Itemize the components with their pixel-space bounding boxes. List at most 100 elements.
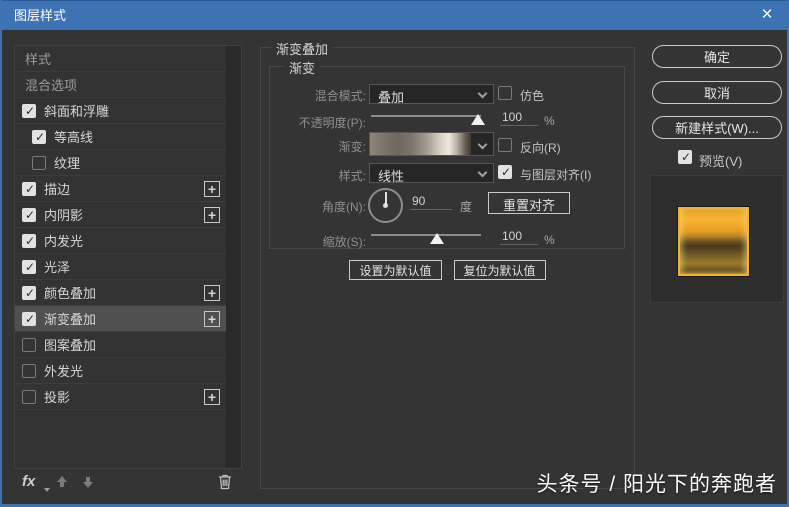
sidebar-item-inner-shadow[interactable]: 内阴影 + — [15, 202, 241, 228]
sidebar-item-pattern-overlay[interactable]: 图案叠加 — [15, 332, 241, 358]
chevron-down-icon — [477, 139, 488, 150]
bevel-emboss-checkbox[interactable] — [22, 103, 37, 118]
reset-to-default-button[interactable]: 复位为默认值 — [453, 260, 546, 280]
inner-glow-checkbox[interactable] — [22, 233, 37, 248]
sidebar-item-texture[interactable]: 纹理 — [15, 150, 241, 176]
add-effect-instance-button[interactable]: + — [204, 181, 220, 197]
subsection-title: 渐变 — [284, 58, 321, 77]
opacity-slider[interactable] — [371, 109, 485, 125]
sidebar-item-blending-options[interactable]: 混合选项 — [15, 72, 241, 98]
sidebar-item-label: 纹理 — [54, 156, 81, 171]
reverse-checkbox[interactable] — [498, 138, 512, 152]
scale-slider[interactable] — [371, 228, 481, 244]
gradient-picker[interactable] — [369, 132, 494, 156]
effects-toolbar: fx — [14, 471, 242, 497]
move-effect-up-button[interactable] — [54, 474, 70, 490]
fx-caret-icon — [44, 488, 50, 492]
angle-value-field[interactable] — [410, 193, 452, 210]
pattern-overlay-checkbox[interactable] — [22, 337, 36, 352]
sidebar-item-satin[interactable]: 光泽 — [15, 254, 241, 280]
sidebar-item-label: 斜面和浮雕 — [44, 104, 110, 119]
color-overlay-checkbox[interactable] — [22, 285, 37, 300]
sidebar-item-label: 投影 — [44, 390, 71, 405]
sidebar-item-label: 渐变叠加 — [44, 312, 97, 327]
preview-thumbnail-panel — [650, 175, 784, 303]
gradient-overlay-section: 渐变叠加 渐变 混合模式: 叠加 仿色 不透明度(P): % 渐变: — [260, 39, 635, 489]
outer-glow-checkbox[interactable] — [22, 363, 36, 378]
ok-button[interactable]: 确定 — [652, 45, 782, 68]
styles-list-panel: 样式混合选项斜面和浮雕等高线纹理描边 + 内阴影 + 内发光光泽颜色叠加 + 渐变叠加 + 图案… — [14, 45, 242, 469]
scale-slider-track[interactable] — [371, 234, 481, 236]
sidebar-item-label: 内阴影 — [44, 208, 84, 223]
sidebar-item-color-overlay[interactable]: 颜色叠加 + — [15, 280, 241, 306]
trash-icon — [219, 474, 231, 490]
style-value: 线性 — [378, 169, 405, 184]
titlebar[interactable]: 图层样式 — [2, 0, 787, 31]
sidebar-item-bevel-emboss[interactable]: 斜面和浮雕 — [15, 98, 241, 124]
opacity-value-field[interactable] — [500, 109, 538, 126]
stroke-checkbox[interactable] — [22, 181, 37, 196]
sidebar-item-stroke[interactable]: 描边 + — [15, 176, 241, 202]
angle-unit: 度 — [460, 200, 473, 214]
scrollbar[interactable] — [226, 46, 241, 468]
sidebar-item-inner-glow[interactable]: 内发光 — [15, 228, 241, 254]
inner-shadow-checkbox[interactable] — [22, 207, 37, 222]
dither-label: 仿色 — [520, 89, 545, 103]
add-effect-instance-button[interactable]: + — [204, 207, 220, 223]
opacity-slider-thumb[interactable] — [470, 114, 485, 125]
gradient-swatch[interactable] — [370, 133, 471, 155]
scale-unit: % — [544, 233, 555, 247]
style-dropdown[interactable]: 线性 — [369, 163, 494, 184]
align-with-layer-checkbox[interactable] — [498, 165, 513, 179]
dither-checkbox[interactable] — [498, 86, 512, 100]
defaults-button-row: 设置为默认值 复位为默认值 — [261, 260, 634, 280]
arrow-up-icon — [57, 476, 67, 487]
add-effect-instance-button[interactable]: + — [204, 285, 220, 301]
reverse-label: 反向(R) — [520, 141, 561, 155]
angle-hub — [383, 203, 388, 208]
sidebar-item-gradient-overlay[interactable]: 渐变叠加 + — [15, 306, 241, 332]
chevron-down-icon — [477, 167, 488, 178]
sidebar-item-label: 光泽 — [44, 260, 71, 275]
sidebar-item-label: 混合选项 — [25, 78, 78, 93]
drop-shadow-checkbox[interactable] — [22, 389, 36, 404]
reset-alignment-button[interactable]: 重置对齐 — [488, 192, 570, 214]
texture-checkbox[interactable] — [32, 155, 46, 170]
blend-mode-dropdown[interactable]: 叠加 — [369, 84, 494, 105]
angle-label: 角度(N): — [322, 200, 366, 214]
sidebar-item-label: 颜色叠加 — [44, 286, 97, 301]
add-effect-instance-button[interactable]: + — [204, 389, 220, 405]
new-style-button[interactable]: 新建样式(W)... — [652, 116, 782, 139]
scale-value-field[interactable] — [500, 228, 538, 245]
opacity-slider-track[interactable] — [371, 115, 481, 117]
section-title: 渐变叠加 — [271, 39, 334, 58]
arrow-down-icon — [83, 477, 93, 488]
gradient-overlay-checkbox[interactable] — [22, 311, 37, 326]
preview-checkbox[interactable] — [678, 150, 693, 164]
contour-checkbox[interactable] — [32, 129, 47, 144]
opacity-label: 不透明度(P): — [298, 116, 366, 130]
scale-label: 缩放(S): — [322, 235, 366, 249]
scale-slider-thumb[interactable] — [430, 233, 444, 244]
set-as-default-button[interactable]: 设置为默认值 — [349, 260, 442, 280]
blend-mode-label: 混合模式: — [314, 89, 366, 103]
blend-mode-value: 叠加 — [378, 90, 405, 105]
delete-effect-button[interactable] — [217, 473, 233, 490]
fx-menu-button[interactable]: fx — [22, 473, 35, 490]
styles-list: 样式混合选项斜面和浮雕等高线纹理描边 + 内阴影 + 内发光光泽颜色叠加 + 渐变叠加 + 图案… — [15, 46, 241, 410]
close-button[interactable] — [745, 1, 787, 31]
sidebar-item-outer-glow[interactable]: 外发光 — [15, 358, 241, 384]
move-effect-down-button[interactable] — [80, 474, 96, 490]
sidebar-item-drop-shadow[interactable]: 投影 + — [15, 384, 241, 410]
dialog-title: 图层样式 — [14, 8, 67, 23]
sidebar-item-styles[interactable]: 样式 — [15, 46, 241, 72]
sidebar-item-label: 外发光 — [44, 364, 84, 379]
watermark-text: 头条号 / 阳光下的奔跑者 — [536, 473, 777, 496]
add-effect-instance-button[interactable]: + — [204, 311, 220, 327]
angle-dial[interactable] — [368, 188, 403, 223]
preview-thumbnail — [678, 207, 749, 276]
preview-label: 预览(V) — [699, 154, 743, 169]
cancel-button[interactable]: 取消 — [652, 81, 782, 104]
sidebar-item-contour[interactable]: 等高线 — [15, 124, 241, 150]
satin-checkbox[interactable] — [22, 259, 37, 274]
